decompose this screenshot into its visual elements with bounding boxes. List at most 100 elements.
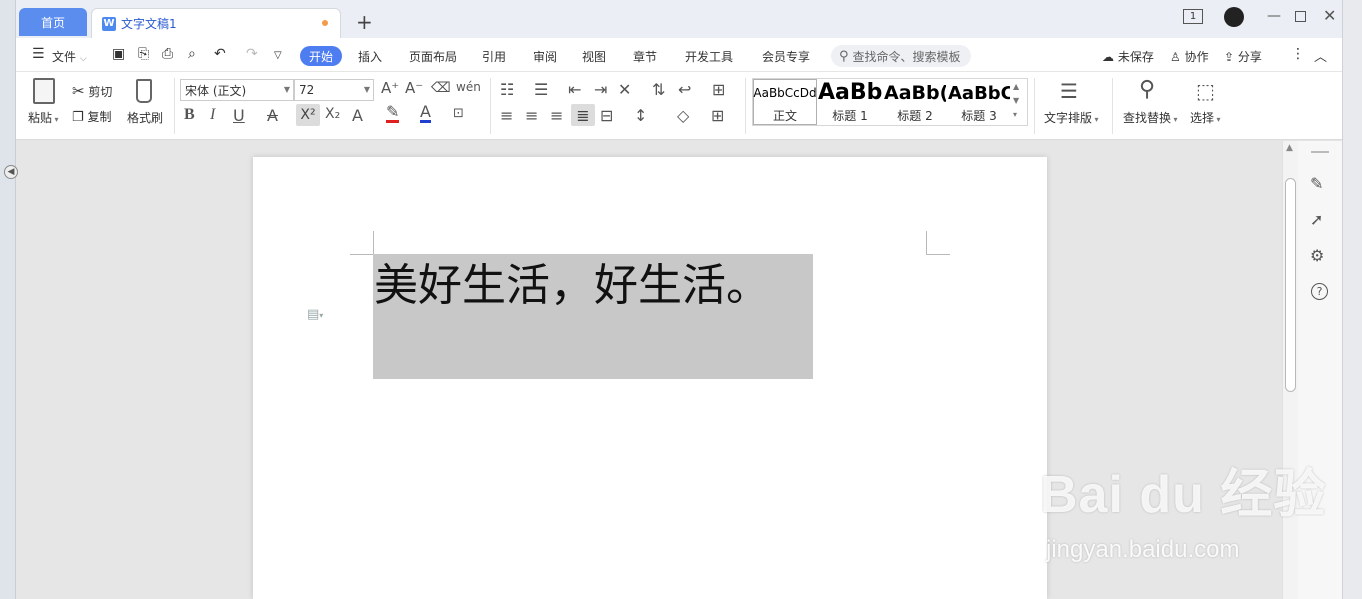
menu-references[interactable]: 引用 (482, 48, 506, 65)
quick-access-more-icon[interactable]: ▽ (274, 50, 282, 61)
command-search[interactable]: ⚲ 查找命令、搜索模板 (831, 45, 971, 67)
redo-icon[interactable]: ↷ (246, 46, 258, 62)
style-label: 正文 (772, 109, 797, 123)
scrollbar-thumb[interactable] (1285, 178, 1296, 392)
character-border-icon[interactable]: ⊡ (453, 106, 464, 121)
select-cursor-icon[interactable]: ⬚ (1196, 79, 1215, 103)
share-button[interactable]: ⇪ 分享 (1224, 48, 1262, 65)
style-heading-3[interactable]: AaBbC 标题 3 (948, 80, 1010, 124)
undo-icon[interactable]: ↶ (214, 46, 226, 62)
tab-home[interactable]: 首页 (19, 8, 87, 36)
strikethrough-icon[interactable]: A (267, 106, 278, 125)
print-icon[interactable]: ⎙ (162, 46, 173, 62)
style-preview: AaBb (818, 80, 882, 105)
menu-insert[interactable]: 插入 (358, 48, 382, 65)
superscript-icon[interactable]: X² (296, 104, 320, 126)
paragraph-layout-icon[interactable]: ▤▾ (307, 307, 323, 322)
menu-review[interactable]: 审阅 (533, 48, 557, 65)
copy-label: 复制 (87, 110, 112, 124)
collapse-ribbon-icon[interactable]: ︿ (1314, 46, 1327, 65)
export-pdf-icon[interactable]: ⎘ (138, 46, 149, 62)
numbered-list-icon[interactable]: ☰ (534, 80, 548, 99)
align-right-icon[interactable]: ≡ (550, 106, 563, 125)
help-icon[interactable]: ? (1311, 283, 1328, 300)
style-scroll-controls[interactable]: ▲ ▼ ▾ (1013, 80, 1019, 122)
text-effects-icon[interactable]: A (352, 106, 363, 125)
margin-corner-top-left (350, 231, 374, 255)
close-button[interactable]: ✕ (1323, 6, 1336, 25)
underline-icon[interactable]: U (233, 106, 245, 125)
paste-icon[interactable] (33, 78, 55, 104)
grow-font-icon[interactable]: A⁺ (381, 79, 399, 97)
menu-file[interactable]: 文件 ⌵ (52, 48, 87, 65)
tab-document[interactable]: W 文字文稿1 (91, 8, 341, 38)
avatar[interactable] (1224, 7, 1244, 27)
align-left-icon[interactable]: ≡ (500, 106, 513, 125)
person-icon: ♙ (1170, 50, 1181, 64)
font-size-select[interactable]: 72 ▼ (294, 79, 374, 101)
menu-page-layout[interactable]: 页面布局 (409, 48, 457, 65)
font-name-select[interactable]: 宋体 (正文) ▼ (180, 79, 294, 101)
style-normal[interactable]: AaBbCcDd 正文 (753, 80, 817, 124)
copy-button[interactable]: ❐ 复制 (72, 108, 112, 125)
format-painter-icon[interactable] (136, 79, 152, 103)
find-replace-button[interactable]: 查找替换 ▾ (1123, 109, 1178, 126)
magnifier-icon[interactable]: ⚲ (1139, 77, 1155, 102)
select-button[interactable]: 选择 ▾ (1190, 109, 1221, 126)
line-spacing-icon[interactable]: ↕ (634, 106, 647, 125)
subscript-icon[interactable]: X₂ (325, 106, 340, 122)
text-layout-button[interactable]: 文字排版 ▾ (1044, 109, 1099, 126)
print-preview-icon[interactable]: ⌕ (188, 46, 196, 62)
document-text[interactable]: 美好生活，好生活。 (374, 256, 770, 316)
maximize-button[interactable] (1295, 11, 1306, 22)
menu-start[interactable]: 开始 (300, 46, 342, 66)
sort-icon[interactable]: ⇅ (652, 80, 665, 99)
margin-corner-top-right (926, 231, 950, 255)
bullet-list-icon[interactable]: ☷ (500, 80, 514, 99)
style-preview: AaBbCcDd (753, 86, 817, 100)
minimize-button[interactable]: — (1267, 8, 1281, 24)
bold-icon[interactable]: B (184, 106, 195, 124)
style-heading-2[interactable]: AaBb( 标题 2 (884, 80, 946, 124)
menu-chapter[interactable]: 章节 (633, 48, 657, 65)
collaborate-button[interactable]: ♙ 协作 (1170, 48, 1209, 65)
menu-developer-label: 开发工具 (685, 50, 734, 64)
decrease-indent-icon[interactable]: ⇤ (568, 80, 581, 99)
highlight-color-icon[interactable]: ✎ (386, 104, 400, 123)
text-layout-icon[interactable]: ☰ (1060, 79, 1078, 103)
menu-developer[interactable]: 开发工具 (685, 48, 733, 65)
shading-icon[interactable]: ◇ (677, 106, 689, 125)
format-painter-button[interactable]: 格式刷 (127, 109, 163, 126)
justify-icon[interactable]: ≣ (571, 104, 595, 126)
italic-icon[interactable]: I (210, 106, 215, 124)
cursor-icon[interactable]: ➚ (1310, 210, 1323, 229)
menu-view[interactable]: 视图 (582, 48, 606, 65)
clear-format-icon[interactable]: ⌫ (431, 80, 451, 96)
paste-button[interactable]: 粘贴 ▾ (28, 109, 59, 126)
show-hide-marks-icon[interactable]: ↩ (678, 80, 691, 99)
chinese-layout-icon[interactable]: ✕ (618, 80, 631, 99)
distributed-align-icon[interactable]: ⊟ (600, 106, 613, 125)
phonetic-guide-icon[interactable]: wén (456, 80, 481, 94)
font-color-icon[interactable]: A (420, 104, 431, 123)
hamburger-icon[interactable]: ☰ (32, 46, 45, 62)
page-count-badge[interactable]: 1 (1183, 9, 1203, 24)
increase-indent-icon[interactable]: ⇥ (594, 80, 607, 99)
shrink-font-icon[interactable]: A⁻ (405, 79, 423, 97)
cloud-unsaved-button[interactable]: ☁ 未保存 (1102, 48, 1154, 65)
scroll-up-icon[interactable]: ▲ (1286, 143, 1293, 153)
new-tab-button[interactable]: + (356, 10, 373, 34)
menu-page-layout-label: 页面布局 (409, 50, 458, 64)
style-heading-1[interactable]: AaBb 标题 1 (818, 80, 882, 124)
copy-icon: ❐ (72, 110, 84, 125)
borders-icon[interactable]: ⊞ (711, 106, 724, 125)
tab-ruler-icon[interactable]: ⊞ (712, 80, 725, 99)
collapse-left-panel-icon[interactable]: ◀ (4, 165, 18, 179)
pen-icon[interactable]: ✎ (1310, 174, 1323, 193)
align-center-icon[interactable]: ≡ (525, 106, 538, 125)
menu-member[interactable]: 会员专享 (762, 48, 810, 65)
settings-sliders-icon[interactable]: ⚙ (1310, 246, 1324, 265)
more-options-icon[interactable]: ⋮ (1291, 46, 1305, 62)
cut-button[interactable]: ✂ 剪切 (72, 82, 112, 100)
save-icon[interactable]: ▣ (112, 46, 125, 62)
